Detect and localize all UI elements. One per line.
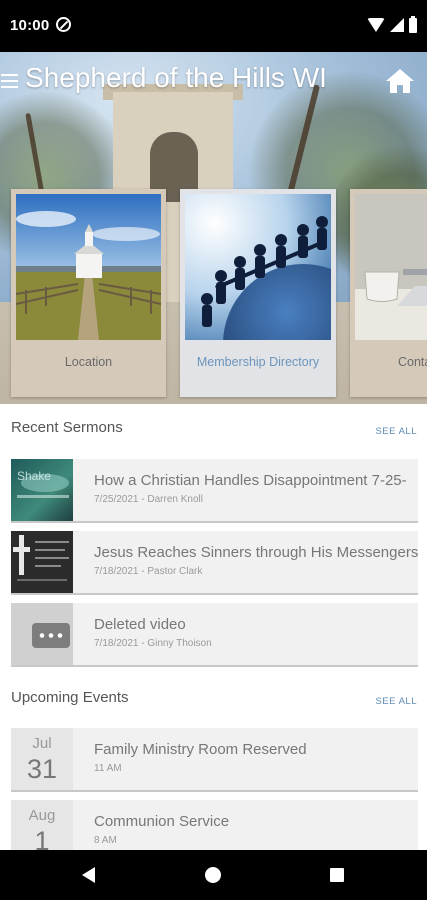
home-icon[interactable]: [385, 68, 415, 94]
event-month: Jul: [32, 735, 52, 752]
menu-icon[interactable]: [1, 74, 18, 88]
sermon-thumb-text: Shake: [17, 469, 52, 483]
event-item[interactable]: Jul 31 Family Ministry Room Reserved 11 …: [11, 728, 418, 792]
system-navigation-bar: [0, 850, 427, 900]
sermon-subtitle: 7/18/2021 - Ginny Thoison: [94, 638, 212, 649]
main-content: Recent Sermons SEE ALL Shake How a Chris…: [0, 404, 427, 850]
more-options-icon: [32, 623, 70, 648]
event-title: Communion Service: [94, 813, 230, 830]
event-month: Aug: [28, 807, 56, 824]
sermon-title: How a Christian Handles Disappointment 7…: [94, 472, 407, 489]
sermons-see-all-link[interactable]: SEE ALL: [375, 426, 417, 437]
membership-image: [185, 194, 331, 340]
cellular-signal-icon: [390, 18, 404, 32]
event-date-badge: Aug 1: [11, 800, 73, 850]
sermon-title: Deleted video: [94, 616, 186, 633]
sermon-item[interactable]: Shake How a Christian Handles Disappoint…: [11, 459, 418, 523]
wifi-icon: [367, 18, 385, 32]
event-date-badge: Jul 31: [11, 728, 73, 790]
event-item[interactable]: Aug 1 Communion Service 8 AM: [11, 800, 418, 850]
sermon-title: Jesus Reaches Sinners through His Messen…: [94, 544, 419, 561]
hero-banner: Shepherd of the Hills WI Location Member…: [0, 52, 427, 404]
tile-contact[interactable]: Conta: [350, 189, 427, 397]
recent-sermons-heading: Recent Sermons: [11, 419, 123, 436]
sermon-thumbnail: [11, 603, 73, 665]
status-bar: 10:00: [0, 0, 427, 52]
recents-icon[interactable]: [330, 868, 344, 882]
upcoming-events-heading: Upcoming Events: [11, 689, 129, 706]
event-day: 31: [26, 754, 58, 784]
contact-image: [355, 194, 427, 340]
event-day: 1: [34, 826, 50, 850]
tile-label-contact: Conta: [398, 355, 427, 369]
back-icon[interactable]: [82, 867, 95, 883]
status-icons: [367, 15, 417, 34]
location-image: [16, 194, 161, 340]
tile-membership-directory[interactable]: Membership Directory: [180, 189, 336, 397]
sermon-item[interactable]: Jesus Reaches Sinners through His Messen…: [11, 531, 418, 595]
tile-label-location: Location: [64, 355, 113, 369]
status-time: 10:00: [10, 17, 50, 34]
event-title: Family Ministry Room Reserved: [94, 741, 307, 758]
sermon-item[interactable]: Deleted video 7/18/2021 - Ginny Thoison: [11, 603, 418, 667]
tile-label-membership-directory: Membership Directory: [196, 355, 320, 369]
sermon-thumbnail: Shake: [11, 459, 73, 521]
sermon-subtitle: 7/18/2021 - Pastor Clark: [94, 566, 203, 577]
sermon-thumbnail: [11, 531, 73, 593]
do-not-disturb-icon: [56, 17, 71, 32]
event-time: 8 AM: [94, 835, 117, 846]
app-title: Shepherd of the Hills WI: [25, 62, 327, 93]
tile-location[interactable]: Location: [11, 189, 166, 397]
home-circle-icon[interactable]: [205, 867, 221, 883]
event-time: 11 AM: [94, 763, 122, 774]
battery-icon: [409, 15, 417, 33]
sermon-subtitle: 7/25/2021 - Darren Knoll: [94, 494, 203, 505]
events-see-all-link[interactable]: SEE ALL: [375, 696, 417, 707]
